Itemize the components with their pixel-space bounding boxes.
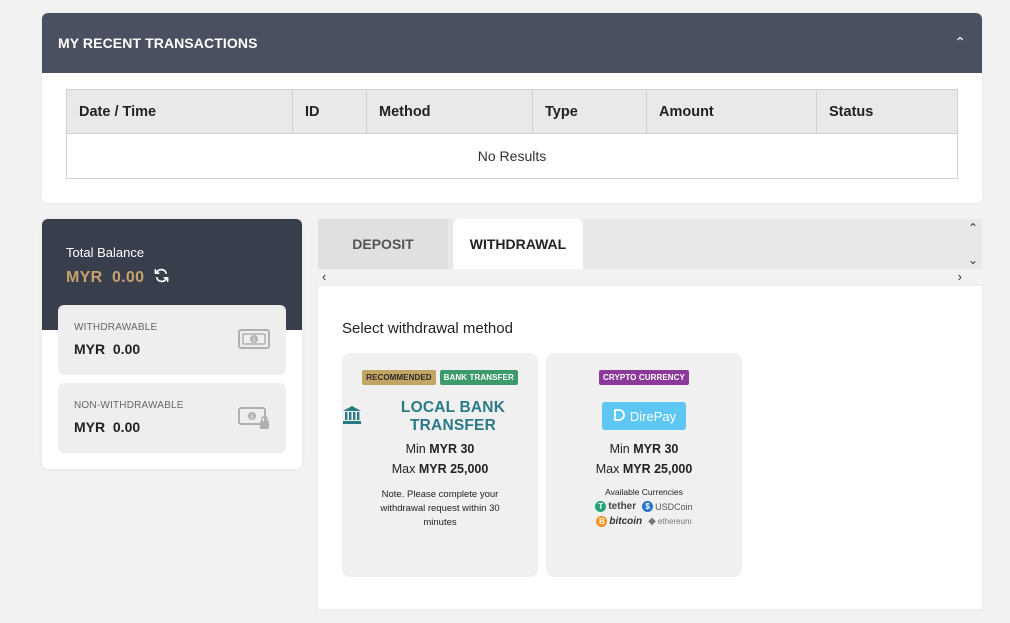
column-header-method: Method [366, 89, 533, 134]
currency-bitcoin: B bitcoin [596, 516, 642, 527]
max-limit: Max MYR 25,000 [595, 462, 693, 476]
recent-transactions-title: MY RECENT TRANSACTIONS [58, 35, 258, 51]
payment-tabs: DEPOSIT WITHDRAWAL ⌃ ⌄ [318, 219, 982, 269]
recent-transactions-header[interactable]: MY RECENT TRANSACTIONS ⌃ [42, 13, 982, 73]
currency-list: T tether $ USDCoin [546, 501, 742, 512]
no-results-text: No Results [66, 133, 958, 179]
chevron-up-icon[interactable]: ⌃ [954, 34, 966, 51]
tabs-scrollbar[interactable]: ⌃ ⌄ [964, 219, 982, 269]
locked-cash-icon: $ [238, 407, 270, 429]
usdcoin-icon: $ [642, 501, 654, 512]
transactions-table: Date / Time ID Method Type Amount Status… [66, 89, 958, 179]
method-card-direpay[interactable]: CRYPTO CURRENCY DirePay Min MYR 30 Max M… [546, 353, 742, 577]
withdrawal-note: Note. Please complete your withdrawal re… [380, 489, 500, 528]
column-header-date-time: Date / Time [66, 89, 293, 134]
recent-transactions-panel: MY RECENT TRANSACTIONS ⌃ Date / Time ID … [42, 13, 982, 203]
min-limit: Min MYR 30 [609, 442, 679, 456]
ethereum-icon: ◆ [648, 516, 656, 527]
total-balance-label: Total Balance [66, 245, 145, 260]
bank-icon [342, 405, 362, 430]
bitcoin-icon: B [596, 516, 608, 527]
column-header-id: ID [292, 89, 367, 134]
local-bank-transfer-logo: LOCAL BANK TRANSFER [342, 399, 538, 434]
min-limit: Min MYR 30 [405, 442, 475, 456]
recommended-badge: RECOMMENDED [362, 370, 436, 385]
svg-text:$: $ [252, 337, 256, 344]
cash-icon: $ [238, 329, 270, 349]
chevron-left-icon[interactable]: ‹ [322, 269, 326, 284]
chevron-right-icon[interactable]: › [958, 269, 962, 284]
total-balance-value: MYR 0.00 [66, 268, 145, 286]
non-withdrawable-card: NON-WITHDRAWABLE MYR 0.00 $ [58, 383, 286, 453]
chevron-up-icon[interactable]: ⌃ [968, 221, 978, 235]
column-header-type: Type [532, 89, 647, 134]
currency-list-2: B bitcoin ◆ ethereum [546, 516, 742, 527]
max-limit: Max MYR 25,000 [391, 462, 489, 476]
available-currencies-label: Available Currencies [605, 487, 683, 497]
bank-transfer-badge: BANK TRANSFER [439, 370, 518, 385]
currency-ethereum: ◆ ethereum [648, 516, 692, 527]
crypto-currency-badge: CRYPTO CURRENCY [599, 370, 689, 385]
chevron-down-icon[interactable]: ⌄ [968, 253, 978, 267]
tab-withdrawal[interactable]: WITHDRAWAL [453, 219, 583, 269]
table-row: No Results [66, 133, 958, 179]
table-header-row: Date / Time ID Method Type Amount Status [66, 89, 958, 134]
refresh-icon[interactable] [154, 268, 169, 287]
withdrawable-card: WITHDRAWABLE MYR 0.00 $ [58, 305, 286, 375]
balance-card: Total Balance MYR 0.00 WITHDRAWABLE MYR … [42, 219, 302, 469]
tether-icon: T [595, 501, 607, 512]
currency-usdcoin: $ USDCoin [642, 501, 693, 512]
withdrawal-content: Select withdrawal method RECOMMENDED BAN… [318, 286, 982, 609]
local-bank-transfer-text: LOCAL BANK TRANSFER [400, 399, 506, 434]
section-title: Select withdrawal method [342, 320, 513, 337]
method-card-local-bank-transfer[interactable]: RECOMMENDED BANK TRANSFER LOCAL BANK TRA… [342, 353, 538, 577]
svg-text:$: $ [250, 414, 254, 421]
tab-scroll-arrows: ‹ › [318, 269, 982, 286]
direpay-text: DirePay [629, 408, 677, 424]
direpay-icon [612, 408, 626, 425]
column-header-amount: Amount [646, 89, 817, 134]
direpay-logo: DirePay [602, 402, 686, 430]
tab-deposit[interactable]: DEPOSIT [318, 219, 448, 269]
column-header-status: Status [816, 89, 958, 134]
currency-tether: T tether [595, 501, 636, 512]
